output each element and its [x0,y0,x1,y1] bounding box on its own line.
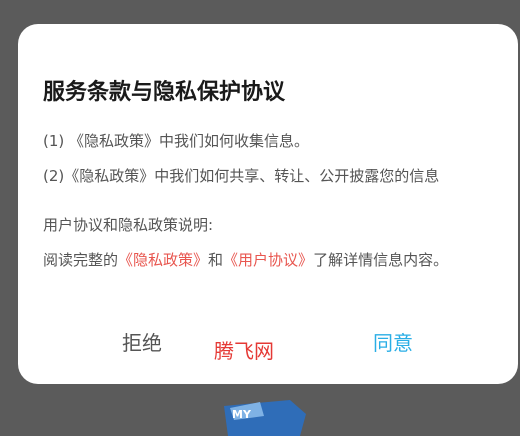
reject-button[interactable]: 拒绝 [122,327,162,356]
read-suffix: 了解详情信息内容。 [313,251,449,269]
app-logo-icon: MY [224,400,306,436]
policy-item-collect: (1) 《隐私政策》中我们如何收集信息。 [43,132,310,150]
user-agreement-link[interactable]: 《用户协议》 [223,251,313,269]
dialog-title: 服务条款与隐私保护协议 [43,80,286,105]
agreement-explanation-heading: 用户协议和隐私政策说明: [43,216,214,234]
logo-text: MY [232,408,252,421]
agree-button[interactable]: 同意 [373,327,413,356]
read-prefix: 阅读完整的 [43,251,119,269]
and-text: 和 [208,251,224,269]
privacy-dialog: 服务条款与隐私保护协议 (1) 《隐私政策》中我们如何收集信息。 (2)《隐私政… [18,24,518,384]
watermark-text: 腾飞网 [214,339,274,363]
policy-item-share: (2)《隐私政策》中我们如何共享、转让、公开披露您的信息 [43,167,440,185]
read-full-text: 阅读完整的《隐私政策》和《用户协议》了解详情信息内容。 [43,249,448,270]
privacy-policy-link[interactable]: 《隐私政策》 [118,251,208,269]
